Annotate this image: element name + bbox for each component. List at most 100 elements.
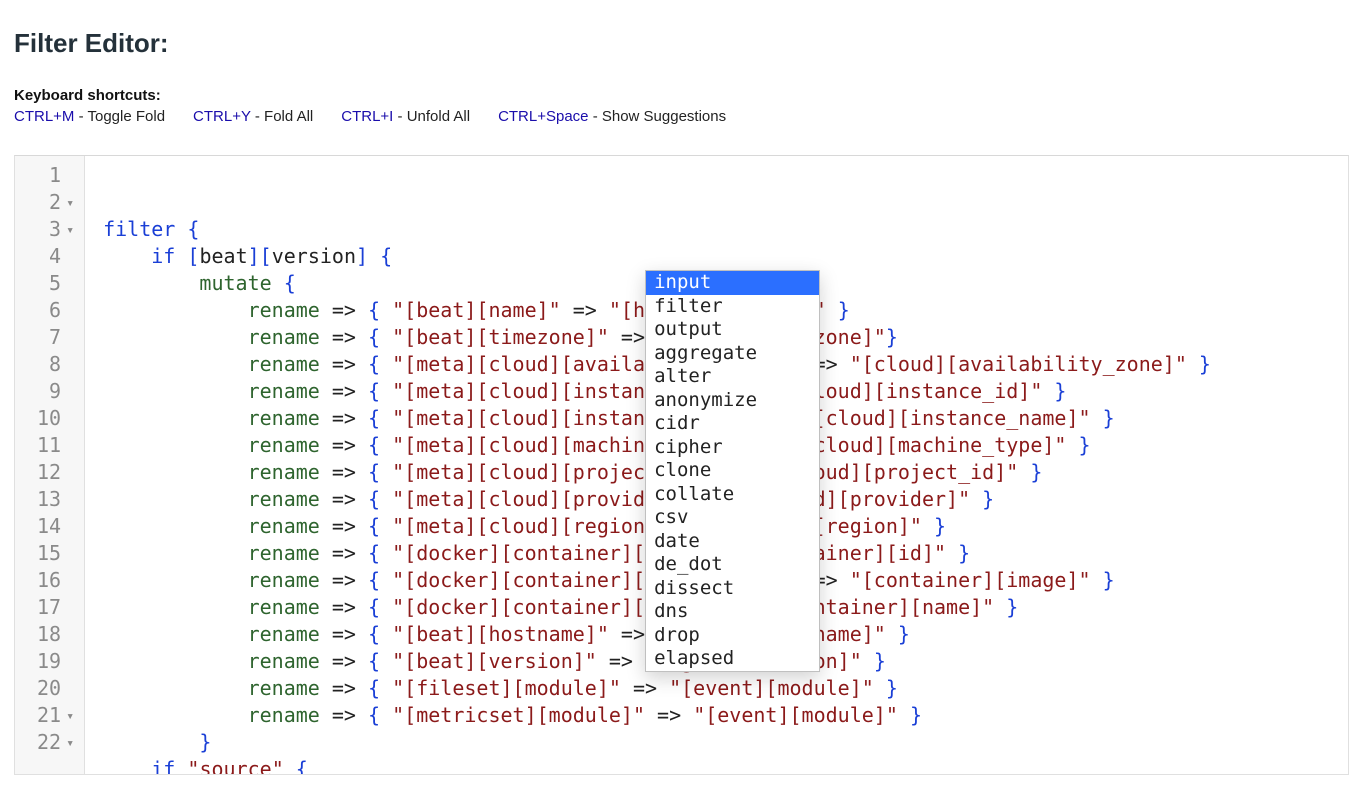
code-token: rename	[248, 676, 320, 700]
code-line[interactable]: if [beat][version] {	[103, 243, 1348, 270]
fold-toggle-icon[interactable]: ▾	[64, 217, 74, 244]
code-token	[103, 676, 248, 700]
autocomplete-item[interactable]: cidr	[646, 412, 819, 436]
code-token: }	[1054, 379, 1066, 403]
code-token: }	[982, 487, 994, 511]
code-line[interactable]: rename => { "[fileset][module]" => "[eve…	[103, 675, 1348, 702]
code-token: =>	[332, 541, 356, 565]
code-token: }	[1006, 595, 1018, 619]
code-token: rename	[248, 514, 320, 538]
code-token	[356, 460, 368, 484]
gutter-line-number: 17	[37, 594, 74, 621]
code-line[interactable]: rename => { "[metricset][module]" => "[e…	[103, 702, 1348, 729]
autocomplete-item[interactable]: dissect	[646, 577, 819, 601]
fold-spacer	[64, 622, 74, 649]
autocomplete-item[interactable]: drop	[646, 624, 819, 648]
autocomplete-item[interactable]: filter	[646, 295, 819, 319]
code-token: "[metricset][module]"	[392, 703, 645, 727]
code-token: rename	[248, 622, 320, 646]
code-token: "[cloud][machine_type]"	[790, 433, 1067, 457]
editor-code-area[interactable]: filter { if [beat][version] { mutate { r…	[85, 156, 1348, 774]
code-token: }	[874, 649, 886, 673]
code-token	[356, 541, 368, 565]
fold-spacer	[64, 379, 74, 406]
autocomplete-item[interactable]: input	[646, 271, 819, 295]
code-token: =>	[573, 298, 597, 322]
code-token	[380, 379, 392, 403]
code-line[interactable]: filter {	[103, 216, 1348, 243]
autocomplete-item[interactable]: dns	[646, 600, 819, 624]
code-token	[103, 244, 151, 268]
fold-spacer	[64, 271, 74, 298]
fold-toggle-icon[interactable]: ▾	[64, 190, 74, 217]
autocomplete-item[interactable]: anonymize	[646, 389, 819, 413]
code-token	[320, 541, 332, 565]
autocomplete-item[interactable]: clone	[646, 459, 819, 483]
code-token	[356, 352, 368, 376]
shortcut-item: CTRL+Space - Show Suggestions	[498, 108, 726, 125]
code-token	[621, 676, 633, 700]
code-token	[380, 298, 392, 322]
fold-spacer	[64, 514, 74, 541]
code-token	[597, 298, 609, 322]
code-token	[175, 244, 187, 268]
code-token: {	[368, 541, 380, 565]
autocomplete-item[interactable]: csv	[646, 506, 819, 530]
code-token	[1042, 379, 1054, 403]
code-token: }	[1103, 406, 1115, 430]
code-token	[874, 676, 886, 700]
code-token	[368, 244, 380, 268]
code-token: =>	[332, 514, 356, 538]
code-token: {	[368, 622, 380, 646]
fold-toggle-icon[interactable]: ▾	[64, 730, 74, 757]
code-token: {	[368, 460, 380, 484]
code-token	[380, 514, 392, 538]
fold-spacer	[64, 352, 74, 379]
fold-spacer	[64, 163, 74, 190]
fold-spacer	[64, 487, 74, 514]
code-token: =>	[621, 325, 645, 349]
code-token: }	[886, 325, 898, 349]
code-token: }	[934, 514, 946, 538]
code-token: rename	[248, 595, 320, 619]
code-token	[886, 622, 898, 646]
code-token: }	[838, 298, 850, 322]
autocomplete-item[interactable]: elapsed	[646, 647, 819, 671]
code-token: mutate	[199, 271, 271, 295]
fold-spacer	[64, 595, 74, 622]
code-token	[103, 622, 248, 646]
autocomplete-item[interactable]: date	[646, 530, 819, 554]
code-token	[380, 595, 392, 619]
autocomplete-popup[interactable]: inputfilteroutputaggregatealteranonymize…	[645, 270, 820, 672]
autocomplete-item[interactable]: alter	[646, 365, 819, 389]
code-token	[380, 460, 392, 484]
code-token	[103, 379, 248, 403]
code-token	[320, 568, 332, 592]
code-token	[103, 730, 199, 754]
code-token: "[beat][timezone]"	[392, 325, 609, 349]
shortcut-desc: - Show Suggestions	[589, 108, 727, 125]
autocomplete-item[interactable]: de_dot	[646, 553, 819, 577]
autocomplete-item[interactable]: cipher	[646, 436, 819, 460]
fold-toggle-icon[interactable]: ▾	[64, 703, 74, 730]
code-token	[356, 568, 368, 592]
autocomplete-item[interactable]: aggregate	[646, 342, 819, 366]
code-token	[103, 460, 248, 484]
code-editor[interactable]: 1 2▾3▾4 5 6 7 8 9 10 11 12 13 14 15 16 1…	[14, 155, 1349, 775]
code-token: =>	[332, 460, 356, 484]
code-token: }	[886, 676, 898, 700]
code-token: rename	[248, 325, 320, 349]
code-line[interactable]: if "source" {	[103, 756, 1348, 774]
autocomplete-item[interactable]: collate	[646, 483, 819, 507]
code-token	[380, 703, 392, 727]
gutter-line-number: 5	[37, 270, 74, 297]
code-token	[356, 703, 368, 727]
code-line[interactable]: }	[103, 729, 1348, 756]
shortcut-item: CTRL+I - Unfold All	[341, 108, 470, 125]
code-token	[103, 514, 248, 538]
code-token: }	[1103, 568, 1115, 592]
code-token: {	[187, 217, 199, 241]
code-token	[380, 325, 392, 349]
autocomplete-item[interactable]: output	[646, 318, 819, 342]
code-token	[1066, 433, 1078, 457]
